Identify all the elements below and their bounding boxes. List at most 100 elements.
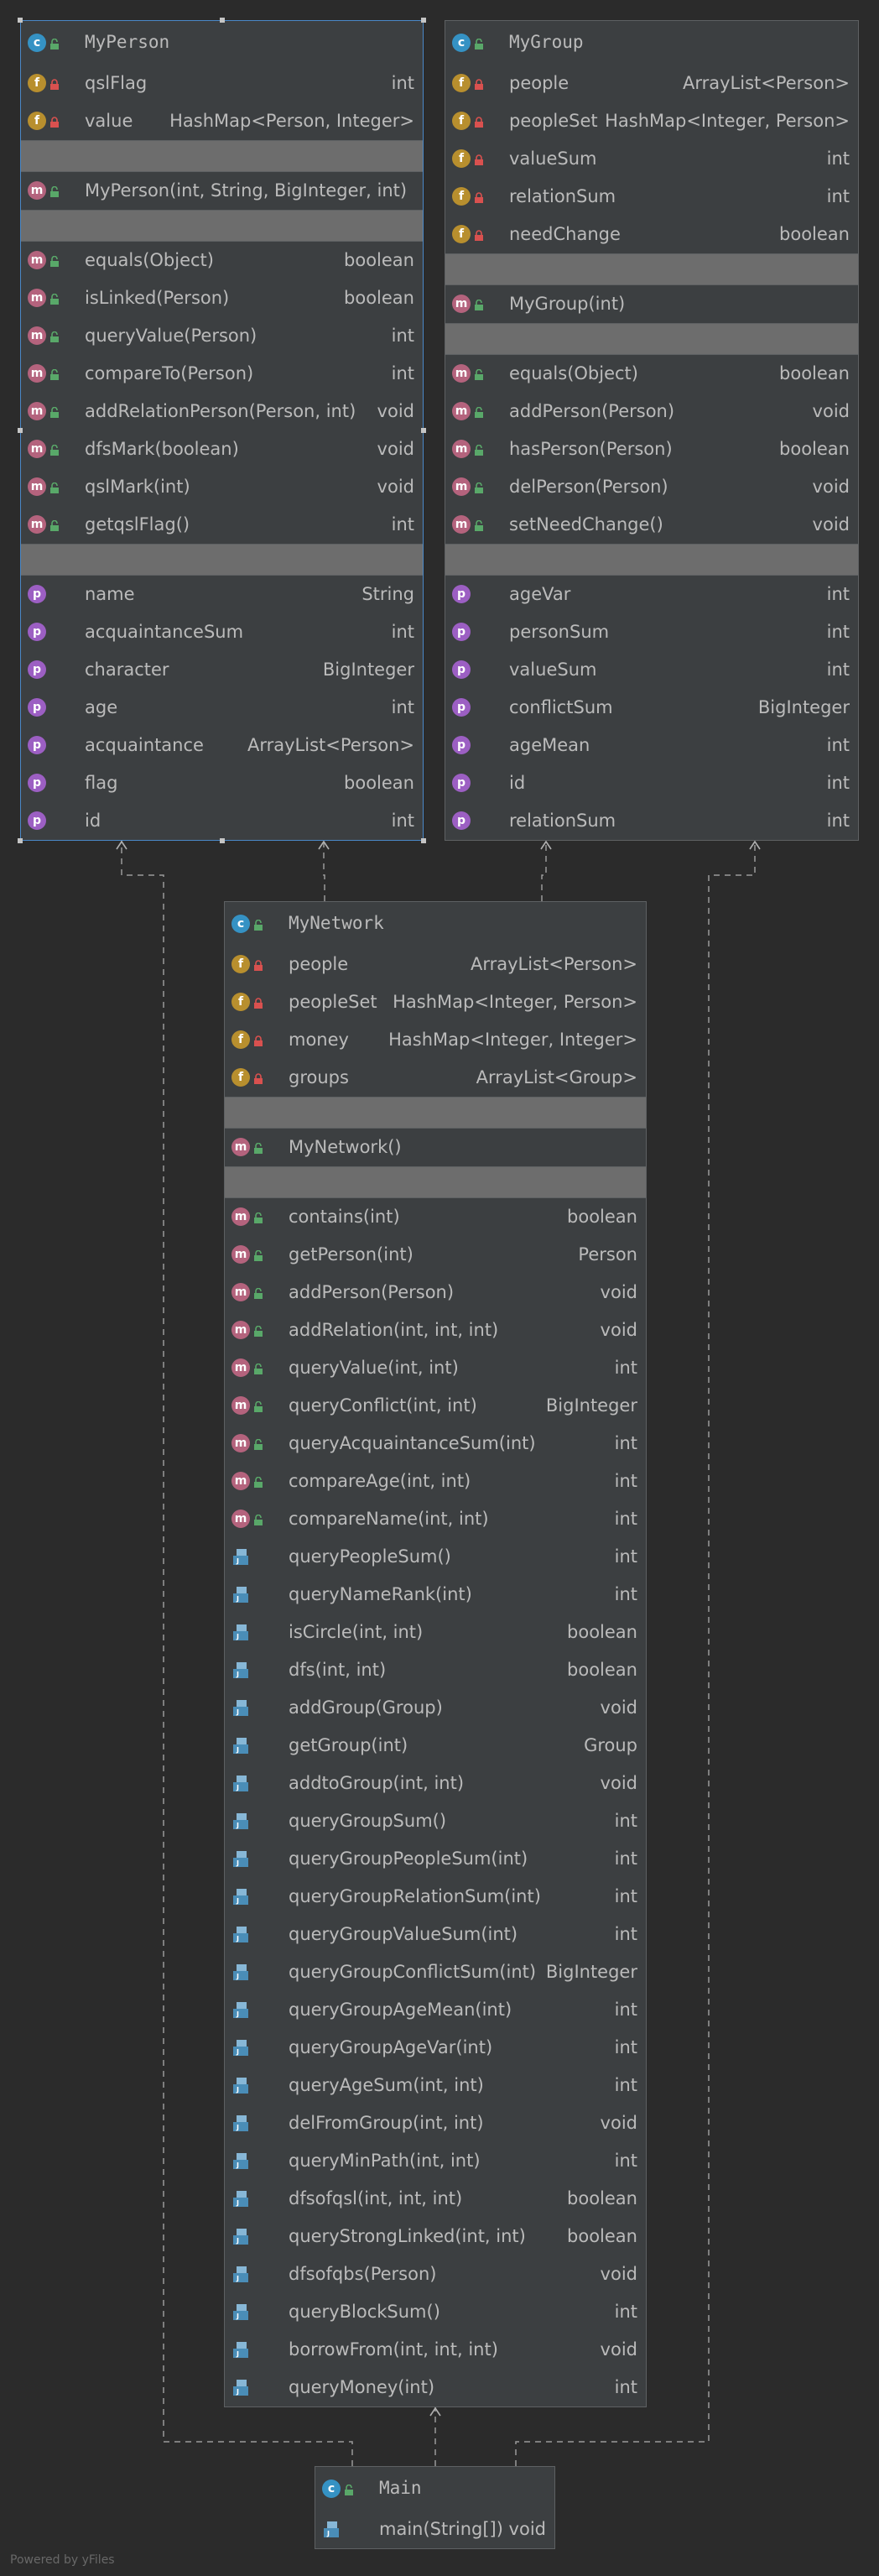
- member-row[interactable]: JisCircle(int, int) boolean: [225, 1614, 646, 1651]
- member-row[interactable]: JborrowFrom(int, int, int) void: [225, 2331, 646, 2369]
- member-row[interactable]: JqueryPeopleSum() int: [225, 1538, 646, 1576]
- member-row[interactable]: JqueryMoney(int) int: [225, 2369, 646, 2407]
- member-row[interactable]: m equals(Object) boolean: [21, 242, 423, 279]
- member-row[interactable]: JaddtoGroup(int, int) void: [225, 1765, 646, 1802]
- member-row[interactable]: JqueryMinPath(int, int) int: [225, 2142, 646, 2180]
- member-row[interactable]: p character BigInteger: [21, 651, 423, 689]
- resize-handle[interactable]: [18, 838, 23, 843]
- arrowhead: [429, 2407, 441, 2417]
- member-row[interactable]: m queryConflict(int, int) BigInteger: [225, 1387, 646, 1425]
- member-row[interactable]: m getqslFlag() int: [21, 506, 423, 544]
- member-row[interactable]: JqueryAgeSum(int, int) int: [225, 2067, 646, 2104]
- member-row[interactable]: JgetGroup(int) Group: [225, 1727, 646, 1765]
- class-myperson[interactable]: c MyPerson f qslFlag int f value HashMap<Person…: [20, 20, 424, 841]
- resize-handle[interactable]: [421, 18, 426, 23]
- member-row[interactable]: f peopleSet HashMap<Integer, Person>: [445, 102, 858, 140]
- resize-handle[interactable]: [421, 838, 426, 843]
- member-row[interactable]: JqueryGroupAgeMean(int) int: [225, 1991, 646, 2029]
- member-row[interactable]: JqueryGroupValueSum(int) int: [225, 1916, 646, 1953]
- member-row[interactable]: JqueryGroupSum() int: [225, 1802, 646, 1840]
- member-row[interactable]: m setNeedChange() void: [445, 506, 858, 544]
- member-row[interactable]: m MyPerson(int, String, BigInteger, int): [21, 172, 423, 210]
- member-row[interactable]: m delPerson(Person) void: [445, 468, 858, 506]
- member-row[interactable]: p relationSum int: [445, 802, 858, 840]
- member-row[interactable]: JqueryBlockSum() int: [225, 2293, 646, 2331]
- member-row[interactable]: JqueryGroupPeopleSum(int) int: [225, 1840, 646, 1878]
- member-row[interactable]: JqueryNameRank(int) int: [225, 1576, 646, 1614]
- unlock-icon: [253, 1475, 263, 1488]
- member-row[interactable]: p ageVar int: [445, 576, 858, 613]
- resize-handle[interactable]: [219, 838, 225, 843]
- member-row[interactable]: m compareTo(Person) int: [21, 355, 423, 393]
- member-row[interactable]: m equals(Object) boolean: [445, 355, 858, 393]
- member-row[interactable]: p acquaintance ArrayList<Person>: [21, 727, 423, 764]
- member-row[interactable]: p name String: [21, 576, 423, 613]
- member-row[interactable]: JaddGroup(Group) void: [225, 1689, 646, 1727]
- member-row[interactable]: JqueryGroupAgeVar(int) int: [225, 2029, 646, 2067]
- member-type: int: [614, 2151, 637, 2171]
- class-header[interactable]: c Main: [315, 2467, 554, 2511]
- member-row[interactable]: f valueSum int: [445, 140, 858, 178]
- member-row[interactable]: f groups ArrayList<Group>: [225, 1059, 646, 1097]
- class-header[interactable]: c MyGroup: [445, 21, 858, 65]
- member-row[interactable]: p flag boolean: [21, 764, 423, 802]
- member-row[interactable]: f peopleSet HashMap<Integer, Person>: [225, 983, 646, 1021]
- member-row[interactable]: Jdfs(int, int) boolean: [225, 1651, 646, 1689]
- member-row[interactable]: JdelFromGroup(int, int) void: [225, 2104, 646, 2142]
- member-row[interactable]: m getPerson(int) Person: [225, 1236, 646, 1274]
- member-row[interactable]: f money HashMap<Integer, Integer>: [225, 1021, 646, 1059]
- member-row[interactable]: m isLinked(Person) boolean: [21, 279, 423, 317]
- member-row[interactable]: m MyGroup(int): [445, 285, 858, 323]
- member-row[interactable]: f people ArrayList<Person>: [225, 946, 646, 983]
- class-header[interactable]: c MyPerson: [21, 21, 423, 65]
- member-row[interactable]: m compareAge(int, int) int: [225, 1463, 646, 1500]
- member-row[interactable]: Jdfsofqbs(Person) void: [225, 2255, 646, 2293]
- method-icon: m: [231, 1472, 250, 1490]
- member-row[interactable]: m compareName(int, int) int: [225, 1500, 646, 1538]
- member-type: boolean: [567, 1207, 637, 1227]
- member-row[interactable]: JqueryGroupRelationSum(int) int: [225, 1878, 646, 1916]
- member-type: int: [391, 622, 414, 642]
- member-row[interactable]: m contains(int) boolean: [225, 1198, 646, 1236]
- member-row[interactable]: p age int: [21, 689, 423, 727]
- member-row[interactable]: f qslFlag int: [21, 65, 423, 102]
- class-mygroup[interactable]: c MyGroup f people ArrayList<Person> f peopleS…: [445, 20, 859, 841]
- member-row[interactable]: m addRelation(int, int, int) void: [225, 1311, 646, 1349]
- member-row[interactable]: m hasPerson(Person) boolean: [445, 430, 858, 468]
- member-row[interactable]: p ageMean int: [445, 727, 858, 764]
- member-row[interactable]: f people ArrayList<Person>: [445, 65, 858, 102]
- member-row[interactable]: m MyNetwork(): [225, 1129, 646, 1166]
- member-row[interactable]: p id int: [21, 802, 423, 840]
- member-row[interactable]: m addPerson(Person) void: [445, 393, 858, 430]
- resize-handle[interactable]: [18, 18, 23, 23]
- member-row[interactable]: m qslMark(int) void: [21, 468, 423, 506]
- resize-handle[interactable]: [18, 428, 23, 433]
- member-row[interactable]: m addRelationPerson(Person, int) void: [21, 393, 423, 430]
- member-row[interactable]: Jmain(String[]) void: [315, 2511, 554, 2548]
- member-row[interactable]: p id int: [445, 764, 858, 802]
- member-row[interactable]: m addPerson(Person) void: [225, 1274, 646, 1311]
- class-mynetwork[interactable]: c MyNetwork f people ArrayList<Person> f peopl…: [224, 901, 647, 2407]
- member-type: HashMap<Integer, Person>: [393, 992, 637, 1012]
- class-main[interactable]: c Main Jmain(String[]) void: [315, 2466, 555, 2549]
- member-row[interactable]: f relationSum int: [445, 178, 858, 216]
- member-row[interactable]: p acquaintanceSum int: [21, 613, 423, 651]
- member-row[interactable]: m queryValue(Person) int: [21, 317, 423, 355]
- resize-handle[interactable]: [219, 18, 225, 23]
- member-row[interactable]: m dfsMark(boolean) void: [21, 430, 423, 468]
- class-header[interactable]: c MyNetwork: [225, 902, 646, 946]
- interface-method-icon: J: [231, 2227, 250, 2245]
- member-row[interactable]: m queryValue(int, int) int: [225, 1349, 646, 1387]
- member-row[interactable]: p valueSum int: [445, 651, 858, 689]
- member-type: BigInteger: [757, 697, 850, 717]
- member-row[interactable]: p personSum int: [445, 613, 858, 651]
- member-row[interactable]: JqueryStrongLinked(int, int) boolean: [225, 2218, 646, 2255]
- member-row[interactable]: f value HashMap<Person, Integer>: [21, 102, 423, 140]
- member-type: void: [812, 401, 850, 421]
- resize-handle[interactable]: [421, 428, 426, 433]
- member-row[interactable]: p conflictSum BigInteger: [445, 689, 858, 727]
- member-row[interactable]: JqueryGroupConflictSum(int) BigInteger: [225, 1953, 646, 1991]
- member-row[interactable]: f needChange boolean: [445, 216, 858, 253]
- member-row[interactable]: m queryAcquaintanceSum(int) int: [225, 1425, 646, 1463]
- member-row[interactable]: Jdfsofqsl(int, int, int) boolean: [225, 2180, 646, 2218]
